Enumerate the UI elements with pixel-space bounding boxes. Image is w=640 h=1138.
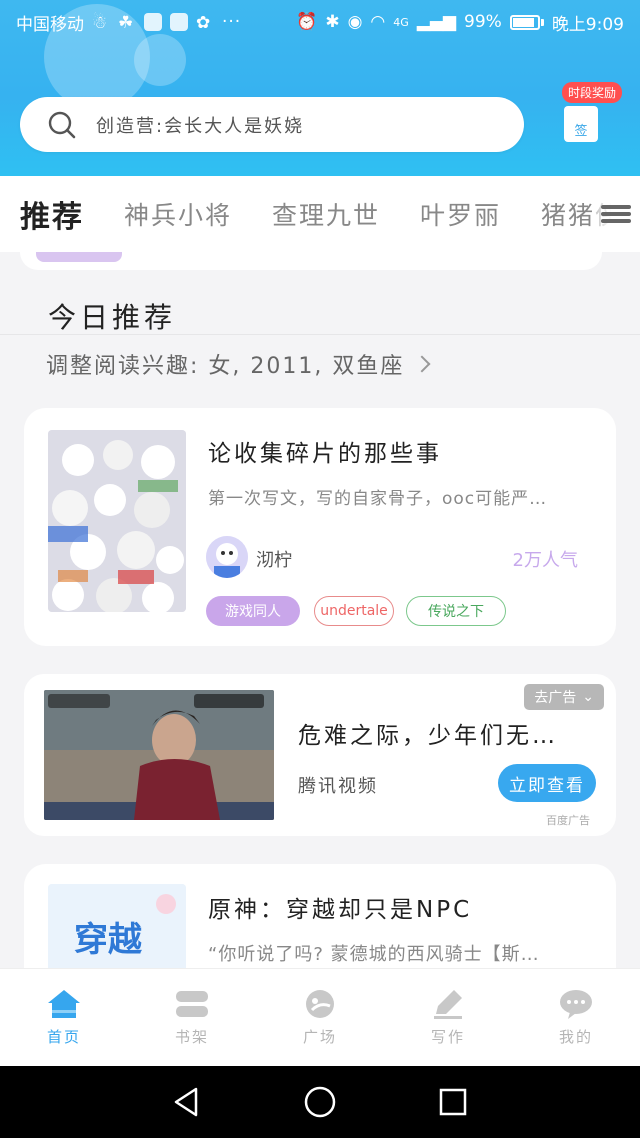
search-placeholder: 创造营:会长大人是妖娆 [96, 115, 305, 137]
app-notification-icon [144, 13, 162, 31]
adjust-interest-link[interactable]: 调整阅读兴趣: 女, 2011, 双鱼座 [46, 348, 431, 380]
carrier-label: 中国移动 [16, 14, 84, 35]
menu-icon [601, 202, 631, 226]
divider [0, 334, 640, 335]
ad-source: 腾讯视频 [298, 776, 378, 797]
tag-game-fanfic[interactable]: 游戏同人 [206, 596, 300, 626]
pen-icon [434, 990, 462, 1019]
nav-home-label: 首页 [46, 1028, 81, 1046]
nav-bookshelf-label: 书架 [174, 1028, 209, 1046]
nav-plaza[interactable]: 广场 [275, 988, 365, 1047]
reward-badge: 时段奖励 [562, 82, 623, 103]
notification-icon: ☘ [118, 13, 134, 33]
popularity-count: 2万人气 [512, 550, 578, 571]
chevron-down-icon: ⌄ [582, 689, 594, 705]
book-card[interactable]: 论收集碎片的那些事 第一次写文，写的自家骨子，ooc可能严… 沏柠 2万人气 游… [24, 408, 616, 646]
tab-chali[interactable]: 查理九世 [272, 196, 380, 232]
tab-recommend[interactable]: 推荐 [20, 192, 84, 250]
ad-title: 危难之际，少年们无… [298, 723, 558, 749]
battery-percent: 99% [464, 12, 502, 32]
gift-icon: 签 [564, 106, 598, 142]
chevron-right-icon [413, 355, 431, 373]
nav-home[interactable]: 首页 [19, 988, 109, 1047]
ad-image [44, 690, 274, 820]
recents-icon[interactable] [436, 1085, 470, 1119]
book-description: “你听说了吗? 蒙德城的西风骑士【斯… [208, 944, 540, 965]
app-header: 中国移动 ☃ ☘ ✿ ··· ⏰ ✱ ◉ ◠ 4G ▂▄▆ 99% 晚上9:09… [0, 0, 640, 176]
author-name[interactable]: 沏柠 [256, 546, 292, 572]
plaza-icon [306, 990, 334, 1018]
ad-card[interactable]: 去广告 ⌄ 危难之际，少年们无… 腾讯视频 立即查看 百度广告 [24, 674, 616, 836]
nav-me-label: 我的 [558, 1028, 593, 1046]
chat-icon [560, 990, 592, 1019]
remove-ad-button[interactable]: 去广告 ⌄ [524, 684, 604, 710]
bluetooth-icon: ✱ [325, 12, 340, 32]
book-cover [48, 430, 186, 612]
nav-write-label: 写作 [430, 1028, 465, 1046]
bookshelf-icon [176, 991, 208, 1017]
tag-legend[interactable]: 传说之下 [406, 596, 506, 626]
notification-icon: ☃ [92, 13, 108, 33]
more-notifications-icon: ··· [222, 12, 242, 32]
tag-undertale[interactable]: undertale [314, 596, 394, 626]
nav-me[interactable]: 我的 [531, 988, 621, 1047]
interest-label: 调整阅读兴趣: 女, 2011, 双鱼座 [46, 354, 405, 379]
sign-in-label: 签 [574, 124, 588, 139]
wifi-icon: ◠ [370, 12, 386, 32]
music-notification-icon [170, 13, 188, 31]
tab-shenbing[interactable]: 神兵小将 [124, 196, 232, 232]
eye-icon: ◉ [347, 12, 363, 32]
book-title: 论收集碎片的那些事 [208, 441, 442, 467]
bottom-nav: 首页 书架 广场 写作 我的 [0, 968, 640, 1066]
network-type: 4G [393, 15, 409, 29]
ad-label: 百度广告 [546, 814, 590, 827]
book-description: 第一次写文，写的自家骨子，ooc可能严… [208, 489, 548, 509]
nav-plaza-label: 广场 [302, 1028, 337, 1046]
cover-title: 穿越 [74, 920, 142, 960]
search-bar[interactable]: 创造营:会长大人是妖娆 [20, 97, 524, 152]
home-circle-icon[interactable] [303, 1085, 337, 1119]
signal-icon: ▂▄▆ [416, 12, 457, 32]
back-icon[interactable] [170, 1085, 204, 1119]
remove-ad-label: 去广告 [534, 690, 577, 706]
home-icon [48, 990, 80, 1018]
section-title: 今日推荐 [48, 301, 177, 334]
tab-yeluoli[interactable]: 叶罗丽 [420, 196, 501, 232]
clock: 晚上9:09 [551, 14, 624, 35]
search-icon [48, 111, 76, 138]
previous-card-tag [36, 252, 122, 262]
status-bar: 中国移动 ☃ ☘ ✿ ··· ⏰ ✱ ◉ ◠ 4G ▂▄▆ 99% 晚上9:09 [0, 0, 640, 44]
view-now-button[interactable]: 立即查看 [498, 764, 596, 802]
nav-write[interactable]: 写作 [403, 988, 493, 1047]
alarm-icon: ⏰ [296, 12, 318, 32]
author-avatar[interactable] [206, 536, 248, 578]
sign-in-button[interactable]: 时段奖励 签 [558, 82, 628, 152]
battery-icon [509, 14, 544, 30]
book-title: 原神：穿越却只是NPC [208, 897, 473, 923]
nav-bookshelf[interactable]: 书架 [147, 988, 237, 1047]
system-nav-bar [0, 1066, 640, 1138]
notification-icon: ✿ [196, 13, 211, 33]
